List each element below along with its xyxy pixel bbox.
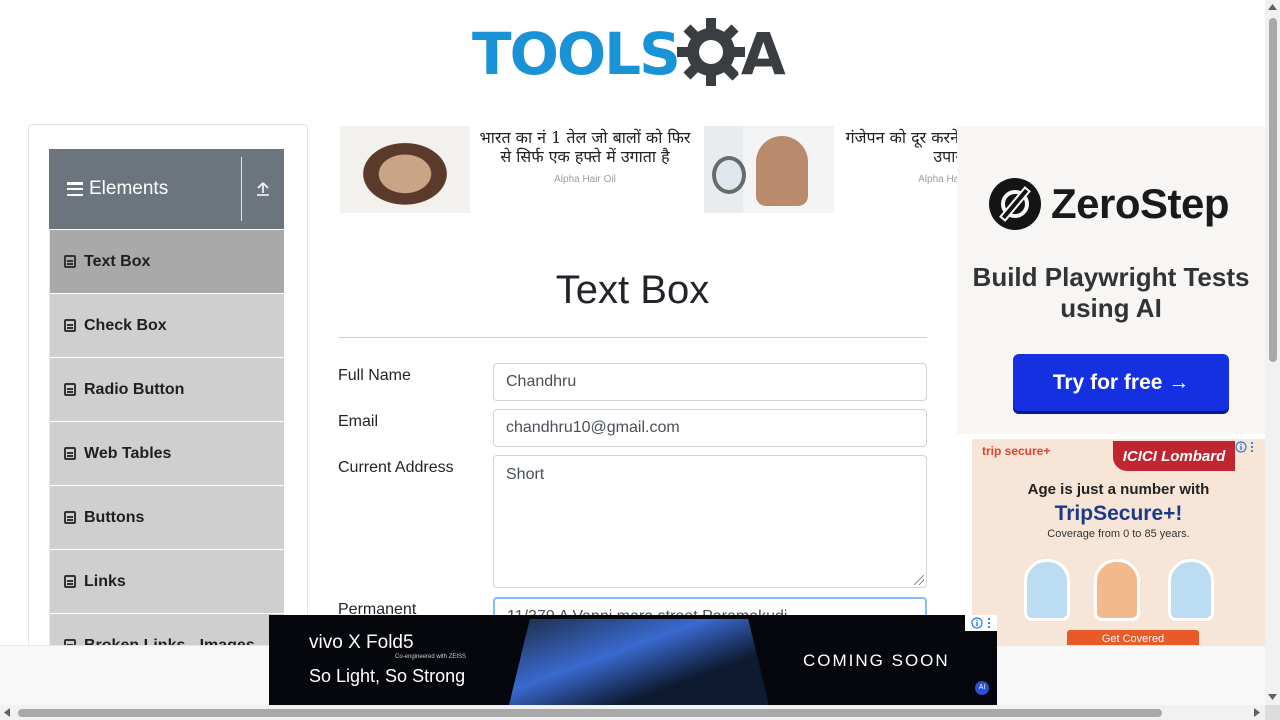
document-icon: [64, 447, 76, 460]
sidebar-item-label: Buttons: [84, 508, 145, 526]
vivo-model-name: vivo X Fold5: [309, 632, 414, 653]
sidebar-item-check-box[interactable]: Check Box: [49, 293, 284, 357]
sidebar-item-label: Links: [84, 572, 126, 590]
tripsecure-line1: Age is just a number with: [1027, 481, 1210, 498]
sidebar-item-buttons[interactable]: Buttons: [49, 485, 284, 549]
email-input[interactable]: [493, 409, 927, 447]
scroll-right-icon[interactable]: [1254, 708, 1260, 717]
traveler-illustration: [1094, 559, 1140, 621]
zerostep-logo-icon: [989, 178, 1041, 230]
phone-image: [509, 619, 769, 705]
document-icon: [64, 511, 76, 524]
sidebar-menu: Text Box Check Box Radio Button Web Tabl…: [49, 229, 284, 663]
email-label: Email: [338, 413, 379, 430]
title-divider: [338, 337, 927, 338]
document-icon: [64, 383, 76, 396]
current-address-textarea[interactable]: Short: [493, 455, 927, 588]
scrollbar-corner: [1265, 705, 1280, 720]
group-title-wrap: Elements: [49, 157, 242, 221]
zerostep-name: ZeroStep: [1051, 180, 1230, 227]
document-icon: [64, 319, 76, 332]
sidebar-item-label: Web Tables: [84, 444, 172, 462]
ad-image: [704, 126, 834, 213]
ad-headline: भारत का नं 1 तेल जो बालों को फिर से सिर्…: [479, 128, 691, 166]
tripsecure-line3: Coverage from 0 to 85 years.: [1047, 528, 1190, 540]
hair-oil-ad-1[interactable]: भारत का नं 1 तेल जो बालों को फिर से सिर्…: [340, 126, 700, 214]
tripsecure-line2: TripSecure+!: [1054, 502, 1183, 525]
hair-oil-ad-2[interactable]: गंजेपन को दूर करने के लिए अभी ये उपाय Al…: [704, 126, 960, 214]
sidebar-item-label: Text Box: [84, 252, 151, 270]
ad-brand: Alpha Hair Oil: [554, 174, 616, 185]
group-title: Elements: [89, 178, 169, 199]
sidebar-item-links[interactable]: Links: [49, 549, 284, 613]
sidebar-item-text-box[interactable]: Text Box: [49, 229, 284, 293]
top-ad-row: भारत का नं 1 तेल जो बालों को फिर से सिर्…: [340, 126, 960, 214]
left-panel: Elements Text Box Check Box Radio Button…: [28, 124, 308, 664]
collapse-arrow-icon[interactable]: [242, 157, 284, 221]
tripsecure-ad[interactable]: trip secure+ ICICI Lombard Age is just a…: [972, 439, 1265, 645]
zerostep-tagline: Build Playwright Tests using AI: [972, 262, 1250, 323]
logo-tools-text: TOOLS: [472, 20, 681, 88]
try-for-free-button[interactable]: Try for free →: [1013, 354, 1229, 411]
scroll-down-icon[interactable]: [1268, 694, 1277, 700]
ad-text: गंजेपन को दूर करने के लिए अभी ये उपाय Al…: [834, 126, 960, 214]
horizontal-scroll-thumb[interactable]: [18, 709, 1162, 717]
full-name-input[interactable]: [493, 363, 927, 401]
resize-handle[interactable]: [914, 575, 924, 585]
page-title: Text Box: [555, 268, 710, 312]
traveler-illustration: [1168, 559, 1214, 621]
sidebar-item-radio-button[interactable]: Radio Button: [49, 357, 284, 421]
scroll-left-icon[interactable]: [4, 708, 10, 717]
current-address-label: Current Address: [338, 459, 454, 476]
traveler-illustration: [1024, 559, 1070, 621]
ad-brand: Alpha Hair Oil: [918, 174, 960, 185]
vivo-co-engineered: Co-engineered with ZEISS: [395, 654, 467, 660]
scroll-up-icon[interactable]: [1268, 4, 1277, 10]
tripsecure-brand: trip secure+: [982, 444, 1051, 458]
zerostep-logo: ZeroStep: [989, 178, 1230, 230]
document-icon: [64, 255, 76, 268]
zerostep-ad[interactable]: ZeroStep Build Playwright Tests using AI…: [957, 126, 1265, 434]
ad-choices-icon[interactable]: [965, 615, 997, 631]
ad-text: भारत का नं 1 तेल जो बालों को फिर से सिर्…: [470, 126, 700, 214]
toolsqa-logo[interactable]: TOOLS A: [472, 14, 802, 94]
vertical-scrollbar[interactable]: [1265, 0, 1280, 705]
sidebar-item-web-tables[interactable]: Web Tables: [49, 421, 284, 485]
vivo-coming-soon: COMING SOON: [803, 651, 950, 670]
vertical-scroll-thumb[interactable]: [1269, 18, 1277, 362]
vivo-ad-banner[interactable]: vivo X Fold5 Co-engineered with ZEISS So…: [269, 615, 997, 705]
ai-badge: AI: [975, 681, 989, 695]
full-name-label: Full Name: [338, 367, 411, 384]
get-covered-button[interactable]: Get Covered: [1067, 630, 1199, 645]
sidebar-item-label: Radio Button: [84, 380, 185, 398]
document-icon: [64, 575, 76, 588]
ad-choices-icon[interactable]: [1235, 441, 1263, 455]
hamburger-icon: [67, 182, 83, 196]
icici-lombard-logo: ICICI Lombard: [1113, 441, 1235, 471]
horizontal-scrollbar[interactable]: [0, 705, 1265, 720]
vivo-slogan: So Light, So Strong: [309, 666, 466, 686]
sidebar-item-label: Check Box: [84, 316, 167, 334]
ad-image: [340, 126, 470, 213]
ad-headline: गंजेपन को दूर करने के लिए अभी ये उपाय: [845, 128, 960, 166]
gear-icon: [675, 16, 751, 92]
elements-group-header[interactable]: Elements: [49, 149, 284, 229]
